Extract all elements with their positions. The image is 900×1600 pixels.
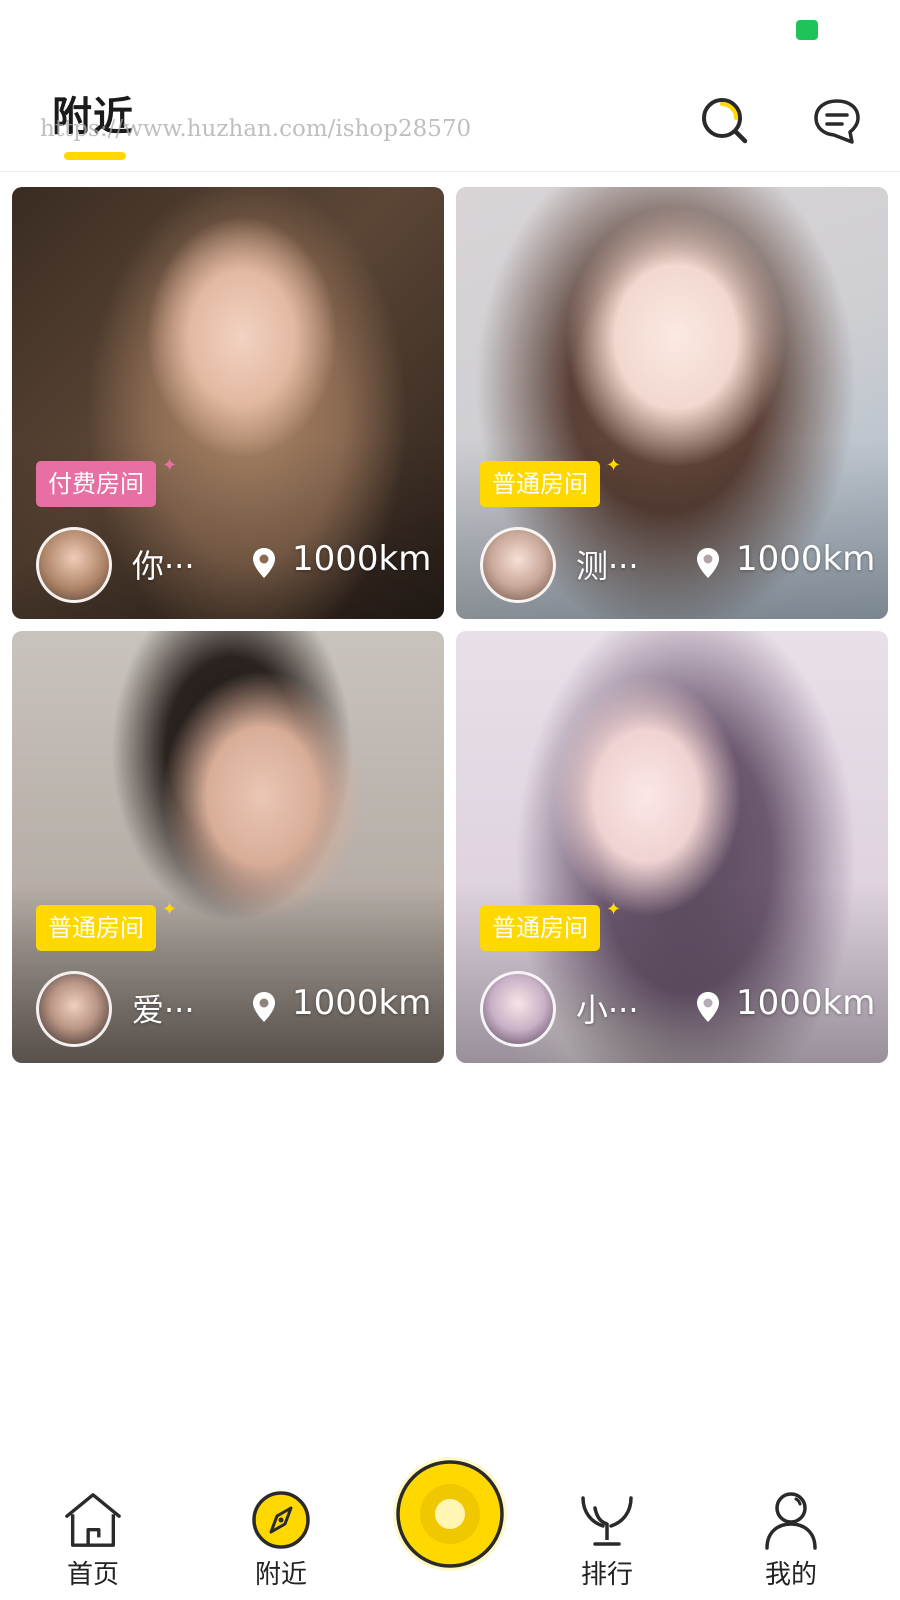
room-type-badge: 普通房间 — [480, 461, 600, 507]
nav-label-ranking: 排行 — [580, 1560, 633, 1590]
trophy-icon — [581, 1496, 633, 1546]
avatar — [36, 527, 112, 603]
room-card[interactable]: 普通房间 ✦ 小··· 1000km — [456, 631, 888, 1063]
status-bar — [0, 0, 900, 60]
start-live-button[interactable] — [392, 1456, 508, 1572]
nav-label-profile: 我的 — [764, 1560, 817, 1590]
bottom-nav: 首页 附近 排行 我的 — [0, 1440, 900, 1600]
room-type-badge: 普通房间 — [36, 905, 156, 951]
nav-item-ranking[interactable]: 排行 — [552, 1490, 662, 1600]
title-underline — [64, 152, 126, 160]
distance-label: 1000km — [736, 539, 876, 579]
room-card[interactable]: 普通房间 ✦ 爱··· 1000km — [12, 631, 444, 1063]
sparkle-icon: ✦ — [606, 455, 622, 476]
search-button[interactable] — [698, 94, 752, 148]
host-name: 你··· — [132, 547, 195, 585]
avatar — [480, 527, 556, 603]
avatar — [36, 971, 112, 1047]
status-indicator — [796, 20, 818, 40]
sparkle-icon: ✦ — [162, 899, 178, 920]
distance-label: 1000km — [736, 983, 876, 1023]
home-icon — [65, 1493, 121, 1547]
location-pin-icon — [253, 548, 275, 578]
header: 附近 https://www.huzhan.com/ishop28570 — [0, 60, 900, 172]
room-card[interactable]: 付费房间 ✦ 你··· 1000km — [12, 187, 444, 619]
message-button[interactable] — [810, 94, 864, 148]
search-icon — [702, 98, 748, 144]
location-pin-icon — [697, 992, 719, 1022]
host-name: 爱··· — [132, 991, 195, 1029]
location-pin-icon — [253, 992, 275, 1022]
room-card[interactable]: 普通房间 ✦ 测··· 1000km — [456, 187, 888, 619]
nav-label-home: 首页 — [66, 1560, 119, 1590]
profile-icon — [765, 1492, 817, 1550]
host-name: 测··· — [576, 547, 639, 585]
avatar — [480, 971, 556, 1047]
nav-label-nearby: 附近 — [254, 1560, 307, 1590]
distance-label: 1000km — [292, 539, 432, 579]
message-icon — [814, 99, 860, 144]
nav-item-nearby[interactable]: 附近 — [226, 1490, 336, 1600]
room-type-badge: 普通房间 — [480, 905, 600, 951]
sparkle-icon: ✦ — [606, 899, 622, 920]
host-name: 小··· — [576, 991, 639, 1029]
nav-item-profile[interactable]: 我的 — [736, 1490, 846, 1600]
room-type-badge: 付费房间 — [36, 461, 156, 507]
watermark: https://www.huzhan.com/ishop28570 — [40, 116, 472, 142]
live-record-icon — [393, 1457, 507, 1571]
compass-icon — [252, 1491, 310, 1549]
nav-item-home[interactable]: 首页 — [38, 1490, 148, 1600]
distance-label: 1000km — [292, 983, 432, 1023]
sparkle-icon: ✦ — [162, 455, 178, 476]
location-pin-icon — [697, 548, 719, 578]
